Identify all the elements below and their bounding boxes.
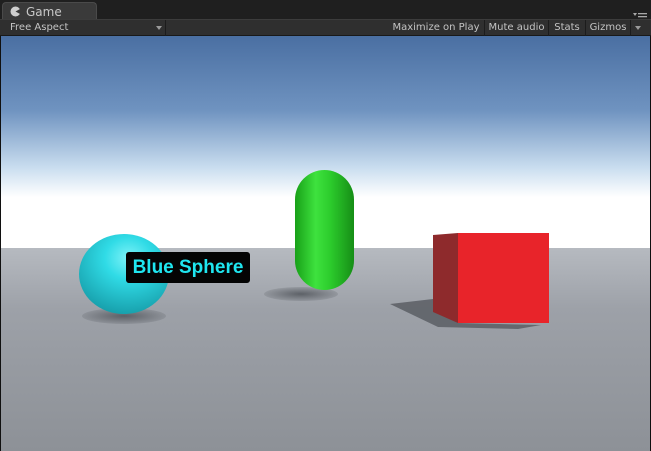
gizmos-dropdown[interactable]	[632, 20, 651, 36]
gizmos-button[interactable]: Gizmos	[586, 20, 631, 36]
stats-button[interactable]: Stats	[549, 20, 586, 36]
cube-side-face	[433, 233, 458, 323]
maximize-on-play-button[interactable]: Maximize on Play	[388, 20, 485, 36]
chevron-down-icon	[156, 26, 162, 30]
cube-front-face	[458, 233, 549, 323]
aspect-label: Free Aspect	[10, 22, 69, 33]
tab-menu-icon[interactable]	[633, 7, 647, 21]
game-toolbar: Free Aspect Maximize on Play Mute audio …	[0, 19, 651, 36]
chevron-down-icon	[635, 26, 641, 30]
scene-render	[1, 36, 650, 451]
game-viewport[interactable]: Blue Sphere	[0, 36, 651, 451]
aspect-dropdown[interactable]: Free Aspect	[0, 20, 166, 36]
tab-label: Game	[26, 4, 62, 19]
tab-game[interactable]: Game	[2, 2, 97, 20]
green-capsule	[295, 170, 354, 290]
object-label: Blue Sphere	[126, 252, 250, 283]
tab-strip: Game	[0, 0, 651, 21]
mute-audio-button[interactable]: Mute audio	[485, 20, 549, 36]
pacman-game-icon	[9, 6, 21, 18]
